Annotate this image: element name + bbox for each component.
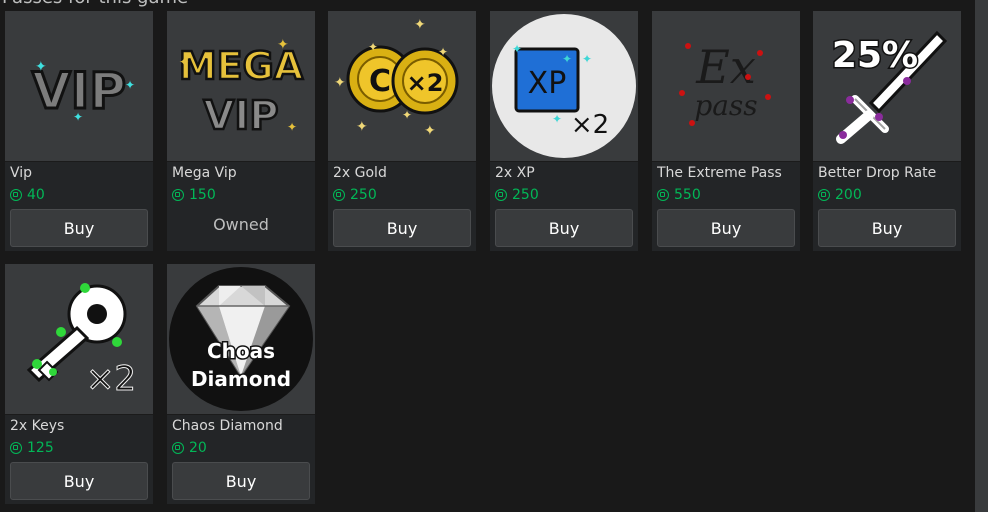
gold-coins-icon[interactable]: C ×2 ✦ ✦ ✦ ✦ ✦ ✦ ✦: [328, 11, 476, 162]
svg-text:✦: ✦: [552, 112, 562, 126]
svg-text:✦: ✦: [356, 119, 368, 135]
svg-text:Ex: Ex: [695, 40, 756, 94]
pass-price: 250: [333, 187, 377, 203]
owned-label: Owned: [213, 214, 269, 234]
pass-price: 20: [172, 440, 207, 456]
buy-button[interactable]: Buy: [818, 209, 956, 247]
pass-price: 40: [10, 187, 45, 203]
svg-text:✦: ✦: [438, 45, 448, 59]
robux-icon: [657, 189, 669, 201]
pass-card-2x-keys[interactable]: ×2 2x Keys 125 Buy: [5, 264, 153, 504]
svg-text:✦: ✦: [424, 123, 436, 139]
pass-name: Vip: [10, 165, 33, 181]
pass-name: 2x XP: [495, 165, 535, 181]
svg-text:✦: ✦: [414, 17, 426, 33]
svg-text:✦: ✦: [277, 37, 289, 53]
robux-icon: [10, 189, 22, 201]
game-passes-panel: Passes for this game VIP ✦ ✦ ✦ Vip 40 Bu…: [0, 0, 975, 512]
svg-text:VIP: VIP: [203, 93, 278, 139]
robux-icon: [818, 189, 830, 201]
svg-text:XP: XP: [528, 66, 567, 101]
diamond-icon[interactable]: Choas Diamond: [167, 264, 315, 415]
svg-text:Diamond: Diamond: [191, 367, 291, 391]
svg-text:✦: ✦: [512, 42, 522, 56]
pass-name: The Extreme Pass: [657, 165, 782, 181]
scrollbar[interactable]: [975, 0, 988, 512]
pass-card-better-drop-rate[interactable]: 25% Better Drop Rate 200 Buy: [813, 11, 961, 251]
robux-icon: [495, 189, 507, 201]
robux-icon: [10, 442, 22, 454]
sword-icon[interactable]: 25%: [813, 11, 961, 162]
svg-text:✦: ✦: [334, 75, 346, 91]
svg-text:✦: ✦: [582, 52, 592, 66]
robux-icon: [333, 189, 345, 201]
vip-icon[interactable]: VIP ✦ ✦ ✦: [5, 11, 153, 162]
pass-price: 125: [10, 440, 54, 456]
mega-vip-icon[interactable]: MEGA VIP ✦ ✦ ✦: [167, 11, 315, 162]
svg-text:C: C: [369, 64, 391, 99]
svg-text:×2: ×2: [571, 110, 609, 140]
buy-button[interactable]: Buy: [10, 462, 148, 500]
pass-name: 2x Keys: [10, 418, 65, 434]
svg-text:×2: ×2: [407, 69, 444, 97]
section-title: Passes for this game: [2, 0, 188, 8]
svg-text:✦: ✦: [35, 59, 47, 75]
robux-icon: [172, 189, 184, 201]
pass-card-2x-xp[interactable]: XP ×2 ✦ ✦ ✦ ✦ 2x XP 250 Buy: [490, 11, 638, 251]
svg-text:✦: ✦: [402, 108, 412, 122]
svg-text:✦: ✦: [287, 120, 297, 134]
pass-name: Better Drop Rate: [818, 165, 937, 181]
buy-button[interactable]: Buy: [172, 462, 310, 500]
pass-card-mega-vip[interactable]: MEGA VIP ✦ ✦ ✦ Mega Vip 150 Owned: [167, 11, 315, 251]
buy-button[interactable]: Buy: [10, 209, 148, 247]
buy-button[interactable]: Buy: [495, 209, 633, 247]
svg-text:25%: 25%: [832, 35, 918, 76]
pass-card-2x-gold[interactable]: C ×2 ✦ ✦ ✦ ✦ ✦ ✦ ✦ 2x Gold 250 Buy: [328, 11, 476, 251]
svg-text:✦: ✦: [125, 78, 135, 92]
svg-text:pass: pass: [694, 89, 757, 122]
pass-card-vip[interactable]: VIP ✦ ✦ ✦ Vip 40 Buy: [5, 11, 153, 251]
robux-icon: [172, 442, 184, 454]
pass-card-extreme-pass[interactable]: Ex pass The Extreme Pass 550 Buy: [652, 11, 800, 251]
svg-text:✦: ✦: [562, 52, 572, 66]
pass-name: Chaos Diamond: [172, 418, 283, 434]
key-icon[interactable]: ×2: [5, 264, 153, 415]
svg-text:✦: ✦: [179, 55, 189, 69]
pass-price: 200: [818, 187, 862, 203]
svg-text:×2: ×2: [86, 359, 136, 399]
extreme-pass-icon[interactable]: Ex pass: [652, 11, 800, 162]
pass-card-chaos-diamond[interactable]: Choas Diamond Chaos Diamond 20 Buy: [167, 264, 315, 504]
pass-price: 150: [172, 187, 216, 203]
pass-price: 250: [495, 187, 539, 203]
buy-button[interactable]: Buy: [333, 209, 471, 247]
pass-price: 550: [657, 187, 701, 203]
svg-text:✦: ✦: [73, 110, 83, 124]
buy-button[interactable]: Buy: [657, 209, 795, 247]
pass-name: Mega Vip: [172, 165, 237, 181]
svg-text:Choas: Choas: [207, 339, 275, 363]
pass-name: 2x Gold: [333, 165, 387, 181]
xp-icon[interactable]: XP ×2 ✦ ✦ ✦ ✦: [490, 11, 638, 162]
svg-text:✦: ✦: [368, 40, 378, 54]
